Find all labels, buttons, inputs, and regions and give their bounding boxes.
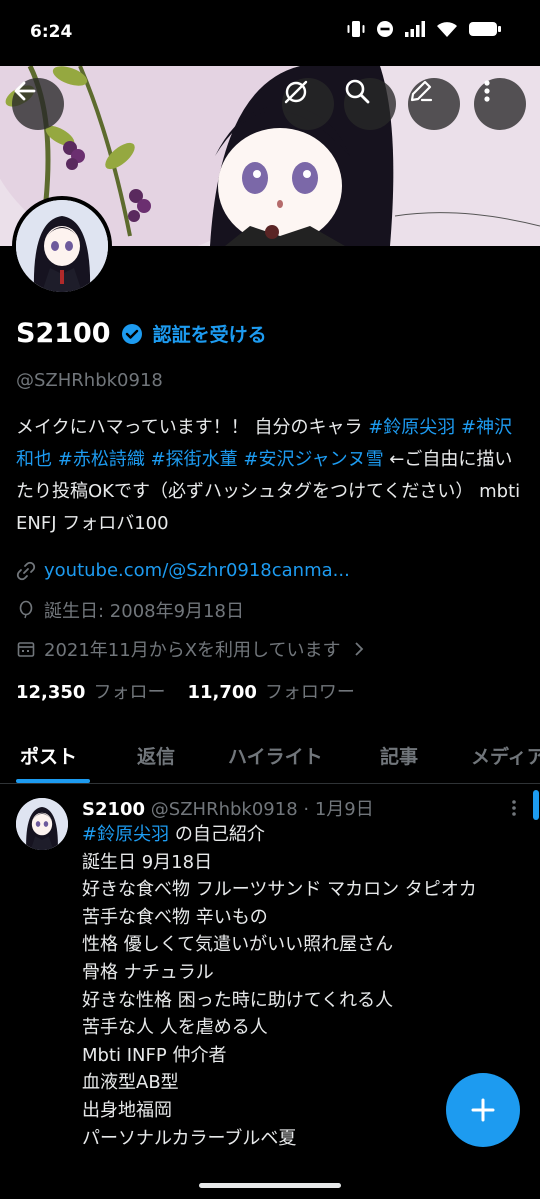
balloon-icon bbox=[19, 600, 33, 619]
post-line: #鈴原尖羽 の自己紹介 bbox=[82, 821, 512, 849]
search-icon bbox=[345, 79, 370, 104]
followers-label: フォロワー bbox=[264, 682, 355, 703]
profile-name: S2100 bbox=[16, 318, 111, 349]
status-bar: 6:24 bbox=[0, 0, 540, 66]
tab-replies[interactable]: 返信 bbox=[137, 742, 175, 769]
post-avatar[interactable] bbox=[16, 798, 68, 850]
profile-birthday-row: 誕生日: 2008年9月18日 bbox=[16, 597, 244, 623]
home-indicator[interactable] bbox=[199, 1183, 341, 1188]
post-hashtag[interactable]: #鈴原尖羽 bbox=[82, 824, 169, 845]
get-verified-link[interactable]: 認証を受ける bbox=[153, 320, 267, 347]
post-line: 性格 優しくて気遣いがいい照れ屋さん bbox=[82, 934, 394, 956]
following-label: フォロー bbox=[93, 682, 166, 703]
post-line: パーソナルカラーブルベ夏 bbox=[82, 1127, 297, 1149]
tab-media[interactable]: メディア bbox=[471, 742, 540, 769]
link-icon bbox=[16, 561, 36, 580]
more-button[interactable] bbox=[474, 78, 526, 130]
profile-joined-date: 2021年11月からXを利用しています bbox=[44, 640, 341, 661]
post-date[interactable]: 1月9日 bbox=[315, 799, 374, 820]
status-time: 6:24 bbox=[30, 22, 73, 42]
post-line-text: の自己紹介 bbox=[169, 824, 265, 845]
profile-tabs: ポスト 返信 ハイライト 記事 メディア bbox=[0, 722, 540, 784]
signal-icon bbox=[405, 21, 425, 37]
edit-button[interactable] bbox=[408, 78, 460, 130]
active-tab-indicator bbox=[16, 779, 90, 783]
bio-hashtag[interactable]: #探街水董 bbox=[151, 449, 238, 470]
battery-icon bbox=[469, 22, 501, 36]
post-author-name[interactable]: S2100 bbox=[82, 799, 145, 820]
bio-hashtag[interactable]: #鈴原尖羽 bbox=[368, 417, 455, 438]
tab-articles[interactable]: 記事 bbox=[380, 742, 418, 769]
tab-highlights[interactable]: ハイライト bbox=[228, 742, 323, 769]
search-button[interactable] bbox=[344, 78, 396, 130]
compose-post-button[interactable] bbox=[446, 1073, 520, 1147]
do-not-disturb-icon bbox=[377, 21, 393, 37]
following-count: 12,350 bbox=[16, 682, 86, 703]
post-author-handle[interactable]: @SZHRhbk0918 bbox=[151, 799, 298, 820]
profile-bio: メイクにハマっています！！ 自分のキャラ #鈴原尖羽 #神沢和也 #赤松詩織 #… bbox=[16, 412, 526, 540]
follow-stats: 12,350 フォロー 11,700 フォロワー bbox=[16, 678, 355, 704]
profile-link-row[interactable]: youtube.com/@Szhr0918canma... bbox=[16, 560, 350, 581]
profile-website-link[interactable]: youtube.com/@Szhr0918canma... bbox=[44, 560, 350, 581]
post-line: 血液型AB型 bbox=[82, 1072, 179, 1094]
bio-hashtag[interactable]: #安沢ジャンヌ雪 bbox=[243, 449, 383, 470]
followers-count: 11,700 bbox=[187, 682, 257, 703]
status-icons bbox=[346, 20, 502, 38]
tab-posts[interactable]: ポスト bbox=[20, 742, 77, 769]
wifi-icon bbox=[437, 22, 457, 37]
profile-joined-row[interactable]: 2021年11月からXを利用しています bbox=[16, 636, 377, 662]
post-avatar-illustration bbox=[16, 798, 68, 850]
back-button[interactable] bbox=[12, 78, 64, 130]
following-stat[interactable]: 12,350 フォロー bbox=[16, 678, 165, 704]
post-line: 好きな性格 困った時に助けてくれる人 bbox=[82, 989, 394, 1011]
profile-name-row: S2100 認証を受ける bbox=[16, 318, 267, 349]
chevron-right-icon bbox=[354, 642, 363, 656]
followers-stat[interactable]: 11,700 フォロワー bbox=[187, 678, 354, 704]
post-header: S2100 @SZHRhbk0918 · 1月9日 bbox=[82, 795, 374, 821]
profile-avatar[interactable] bbox=[12, 196, 112, 296]
plus-icon bbox=[471, 1098, 495, 1122]
post-separator: · bbox=[297, 799, 315, 820]
post-more-icon[interactable] bbox=[506, 798, 522, 818]
post-line: 誕生日 9月18日 bbox=[82, 851, 213, 873]
calendar-icon bbox=[17, 642, 35, 657]
post-line: 好きな食べ物 フルーツサンド マカロン タピオカ bbox=[82, 879, 477, 901]
post-line: 苦手な食べ物 辛いもの bbox=[82, 906, 268, 928]
more-icon bbox=[484, 80, 490, 102]
vibrate-icon bbox=[347, 21, 365, 37]
post-line: 骨格 ナチュラル bbox=[82, 961, 214, 983]
profile-handle: @SZHRhbk0918 bbox=[16, 370, 163, 391]
edit-icon bbox=[410, 80, 433, 102]
bio-hashtag[interactable]: #赤松詩織 bbox=[58, 449, 145, 470]
avatar-illustration bbox=[16, 200, 108, 292]
verified-badge-icon bbox=[121, 323, 142, 344]
grok-icon bbox=[284, 80, 308, 104]
scrollbar-thumb[interactable] bbox=[533, 790, 539, 820]
bio-text: メイクにハマっています！！ 自分のキャラ bbox=[16, 417, 369, 438]
arrow-left-icon bbox=[14, 81, 36, 101]
profile-birthday: 誕生日: 2008年9月18日 bbox=[44, 601, 244, 622]
post-line: Mbti INFP 仲介者 bbox=[82, 1044, 227, 1066]
grok-button[interactable] bbox=[282, 78, 334, 130]
post-line: 苦手な人 人を虐める人 bbox=[82, 1017, 268, 1039]
